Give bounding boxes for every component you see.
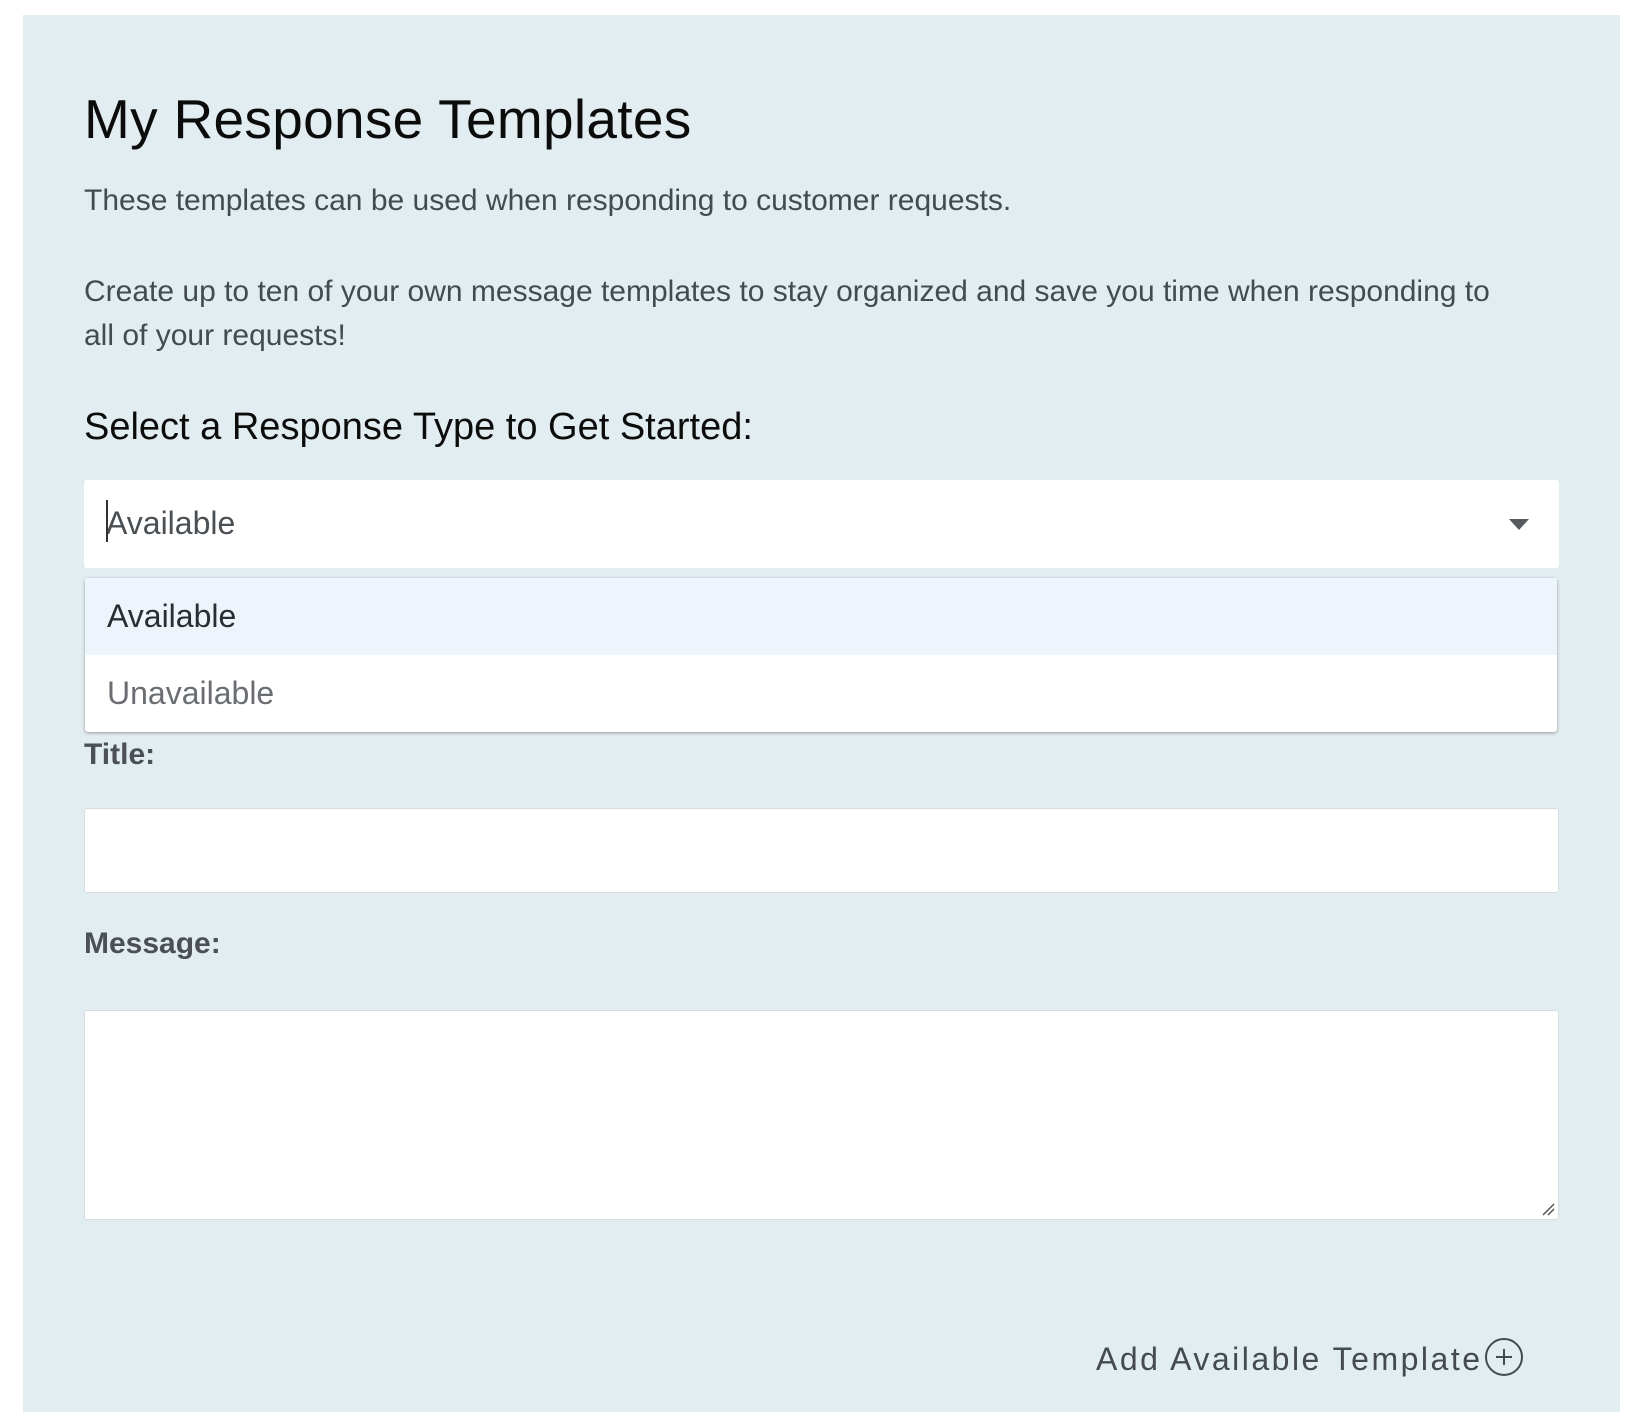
response-type-selected-value: Available (106, 505, 236, 541)
option-label: Unavailable (107, 675, 275, 711)
title-input[interactable] (84, 808, 1559, 893)
page-title: My Response Templates (84, 88, 692, 150)
resize-handle-icon[interactable] (1541, 1202, 1555, 1216)
chevron-down-icon[interactable] (1509, 519, 1529, 530)
response-type-menu: Available Unavailable (85, 578, 1557, 732)
intro-text: These templates can be used when respond… (84, 184, 1012, 217)
option-unavailable[interactable]: Unavailable (85, 655, 1557, 732)
templates-panel: My Response Templates These templates ca… (23, 15, 1620, 1412)
text-cursor (106, 500, 108, 542)
response-type-select[interactable]: Available (84, 480, 1559, 568)
response-type-heading: Select a Response Type to Get Started: (84, 406, 753, 448)
instructions-text: Create up to ten of your own message tem… (84, 275, 1490, 352)
option-label: Available (107, 598, 237, 634)
plus-circle-icon (1485, 1338, 1523, 1376)
title-label: Title: (84, 738, 156, 771)
message-label: Message: (84, 927, 221, 960)
option-available[interactable]: Available (85, 578, 1557, 655)
add-template-label: Add Available Template (1096, 1341, 1483, 1377)
message-textarea[interactable] (84, 1010, 1559, 1220)
